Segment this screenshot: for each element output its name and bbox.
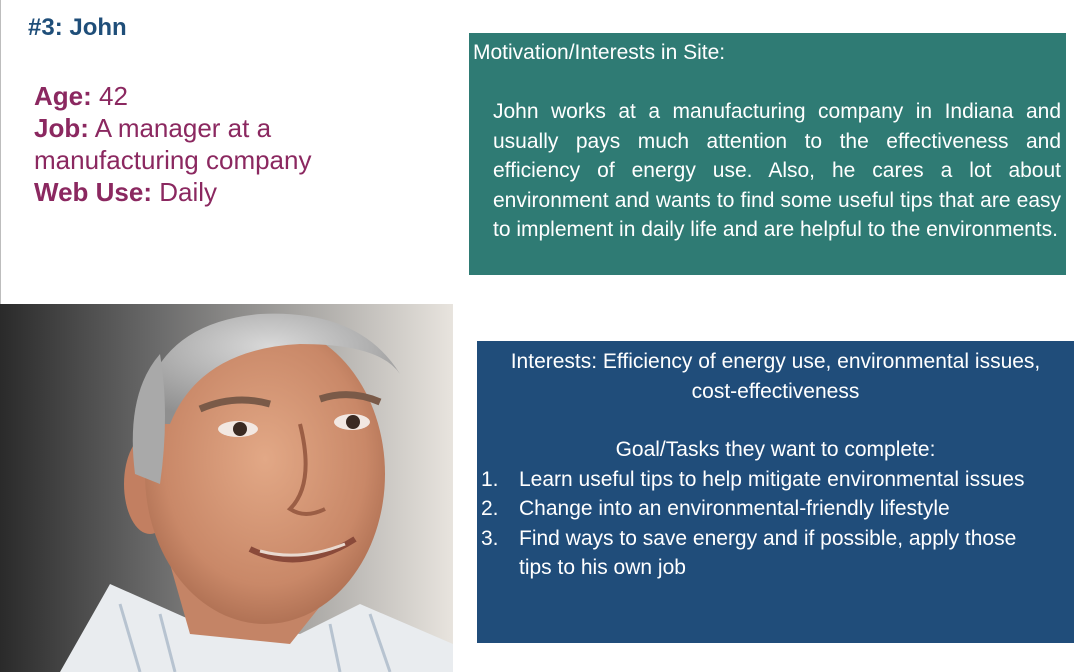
goals-box: Interests: Efficiency of energy use, env… — [477, 341, 1074, 643]
goals-list: 1. Learn useful tips to help mitigate en… — [477, 465, 1074, 583]
goal-item: 2. Change into an environmental-friendly… — [477, 494, 1074, 524]
persona-photo — [0, 304, 453, 672]
age-value: 42 — [99, 81, 128, 111]
goal-item: 3. Find ways to save energy and if possi… — [477, 524, 1074, 583]
job-label: Job: — [34, 113, 89, 143]
age-row: Age: 42 — [34, 80, 364, 112]
goal-text: Learn useful tips to help mitigate envir… — [519, 467, 1025, 491]
web-use-label: Web Use: — [34, 177, 152, 207]
goal-number: 1. — [481, 467, 499, 491]
goal-item: 1. Learn useful tips to help mitigate en… — [477, 465, 1074, 495]
goal-text: Change into an environmental-friendly li… — [519, 497, 950, 520]
motivation-body: John works at a manufacturing company in… — [493, 100, 1061, 241]
persona-title: #3: John — [28, 14, 127, 41]
goal-number: 3. — [481, 526, 499, 550]
web-use-value: Daily — [159, 177, 218, 207]
motivation-box: Motivation/Interests in Site: John works… — [469, 33, 1066, 275]
persona-info: Age: 42 Job: A manager at a manufacturin… — [34, 80, 364, 208]
motivation-heading: Motivation/Interests in Site: — [473, 41, 726, 64]
goals-heading: Goal/Tasks they want to complete: — [615, 438, 936, 461]
job-row: Job: A manager at a manufacturing compan… — [34, 112, 364, 176]
goal-text: Find ways to save energy and if possible… — [519, 526, 1017, 580]
interests-text: Interests: Efficiency of energy use, env… — [510, 350, 1041, 403]
age-label: Age: — [34, 81, 92, 111]
web-use-row: Web Use: Daily — [34, 176, 364, 208]
goal-number: 2. — [481, 497, 499, 520]
left-divider — [0, 0, 1, 305]
